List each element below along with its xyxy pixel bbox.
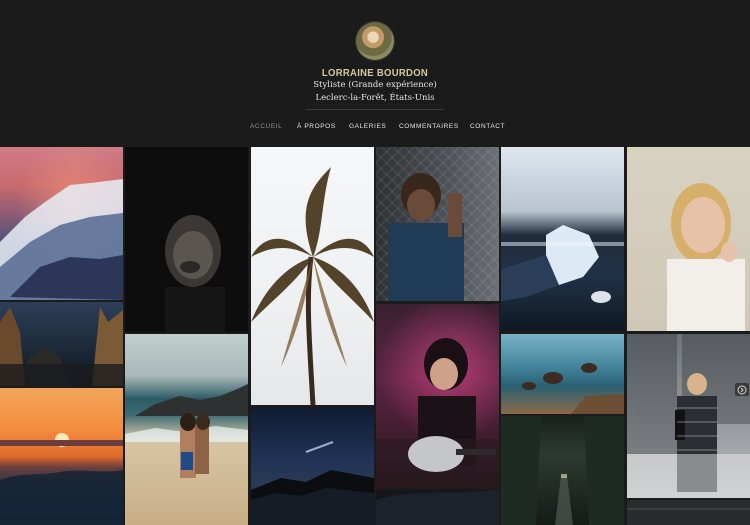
photo-couple-beach[interactable] (125, 334, 248, 525)
photo-man-fence[interactable] (376, 147, 499, 301)
photo-guitar-strip (376, 490, 499, 525)
photo-palm-tree[interactable] (251, 147, 374, 405)
photo-blonde-portrait[interactable] (627, 147, 750, 331)
photo-gallery (0, 147, 750, 525)
profile-location: Leclerc-la-Forêt, États-Unis (315, 93, 435, 103)
photo-forest-road[interactable] (501, 416, 624, 525)
share-button[interactable] (735, 383, 749, 396)
photo-ice-in-hand[interactable] (501, 147, 624, 331)
photo-ocean-sunset[interactable] (0, 388, 123, 525)
profile-name: LORRAINE BOURDON (321, 67, 429, 80)
photo-man-backpack-city[interactable] (627, 334, 750, 498)
share-icon (737, 385, 747, 394)
photo-mountain-forest-night[interactable] (0, 302, 123, 386)
nav-contact[interactable]: CONTACT (470, 123, 505, 130)
photo-rocky-coast[interactable] (501, 334, 624, 414)
main-nav: ACCUEIL À PROPOS GALERIES COMMENTAIRES C… (0, 123, 750, 135)
photo-portrait-dark[interactable] (125, 147, 248, 332)
photo-bottom-strip (627, 500, 750, 525)
nav-commentaires[interactable]: COMMENTAIRES (399, 123, 459, 130)
photo-singer-guitar[interactable] (376, 304, 499, 488)
photo-mountain-sunset[interactable] (0, 147, 123, 300)
nav-galeries[interactable]: GALERIES (349, 123, 386, 130)
nav-accueil[interactable]: ACCUEIL (250, 123, 282, 130)
header-divider (306, 109, 444, 110)
avatar[interactable] (356, 22, 394, 60)
photo-comet-night[interactable] (251, 408, 374, 525)
nav-a-propos[interactable]: À PROPOS (297, 123, 336, 130)
profile-subtitle: Styliste (Grande expérience) (313, 80, 437, 90)
site-header: LORRAINE BOURDON Styliste (Grande expéri… (0, 0, 750, 147)
